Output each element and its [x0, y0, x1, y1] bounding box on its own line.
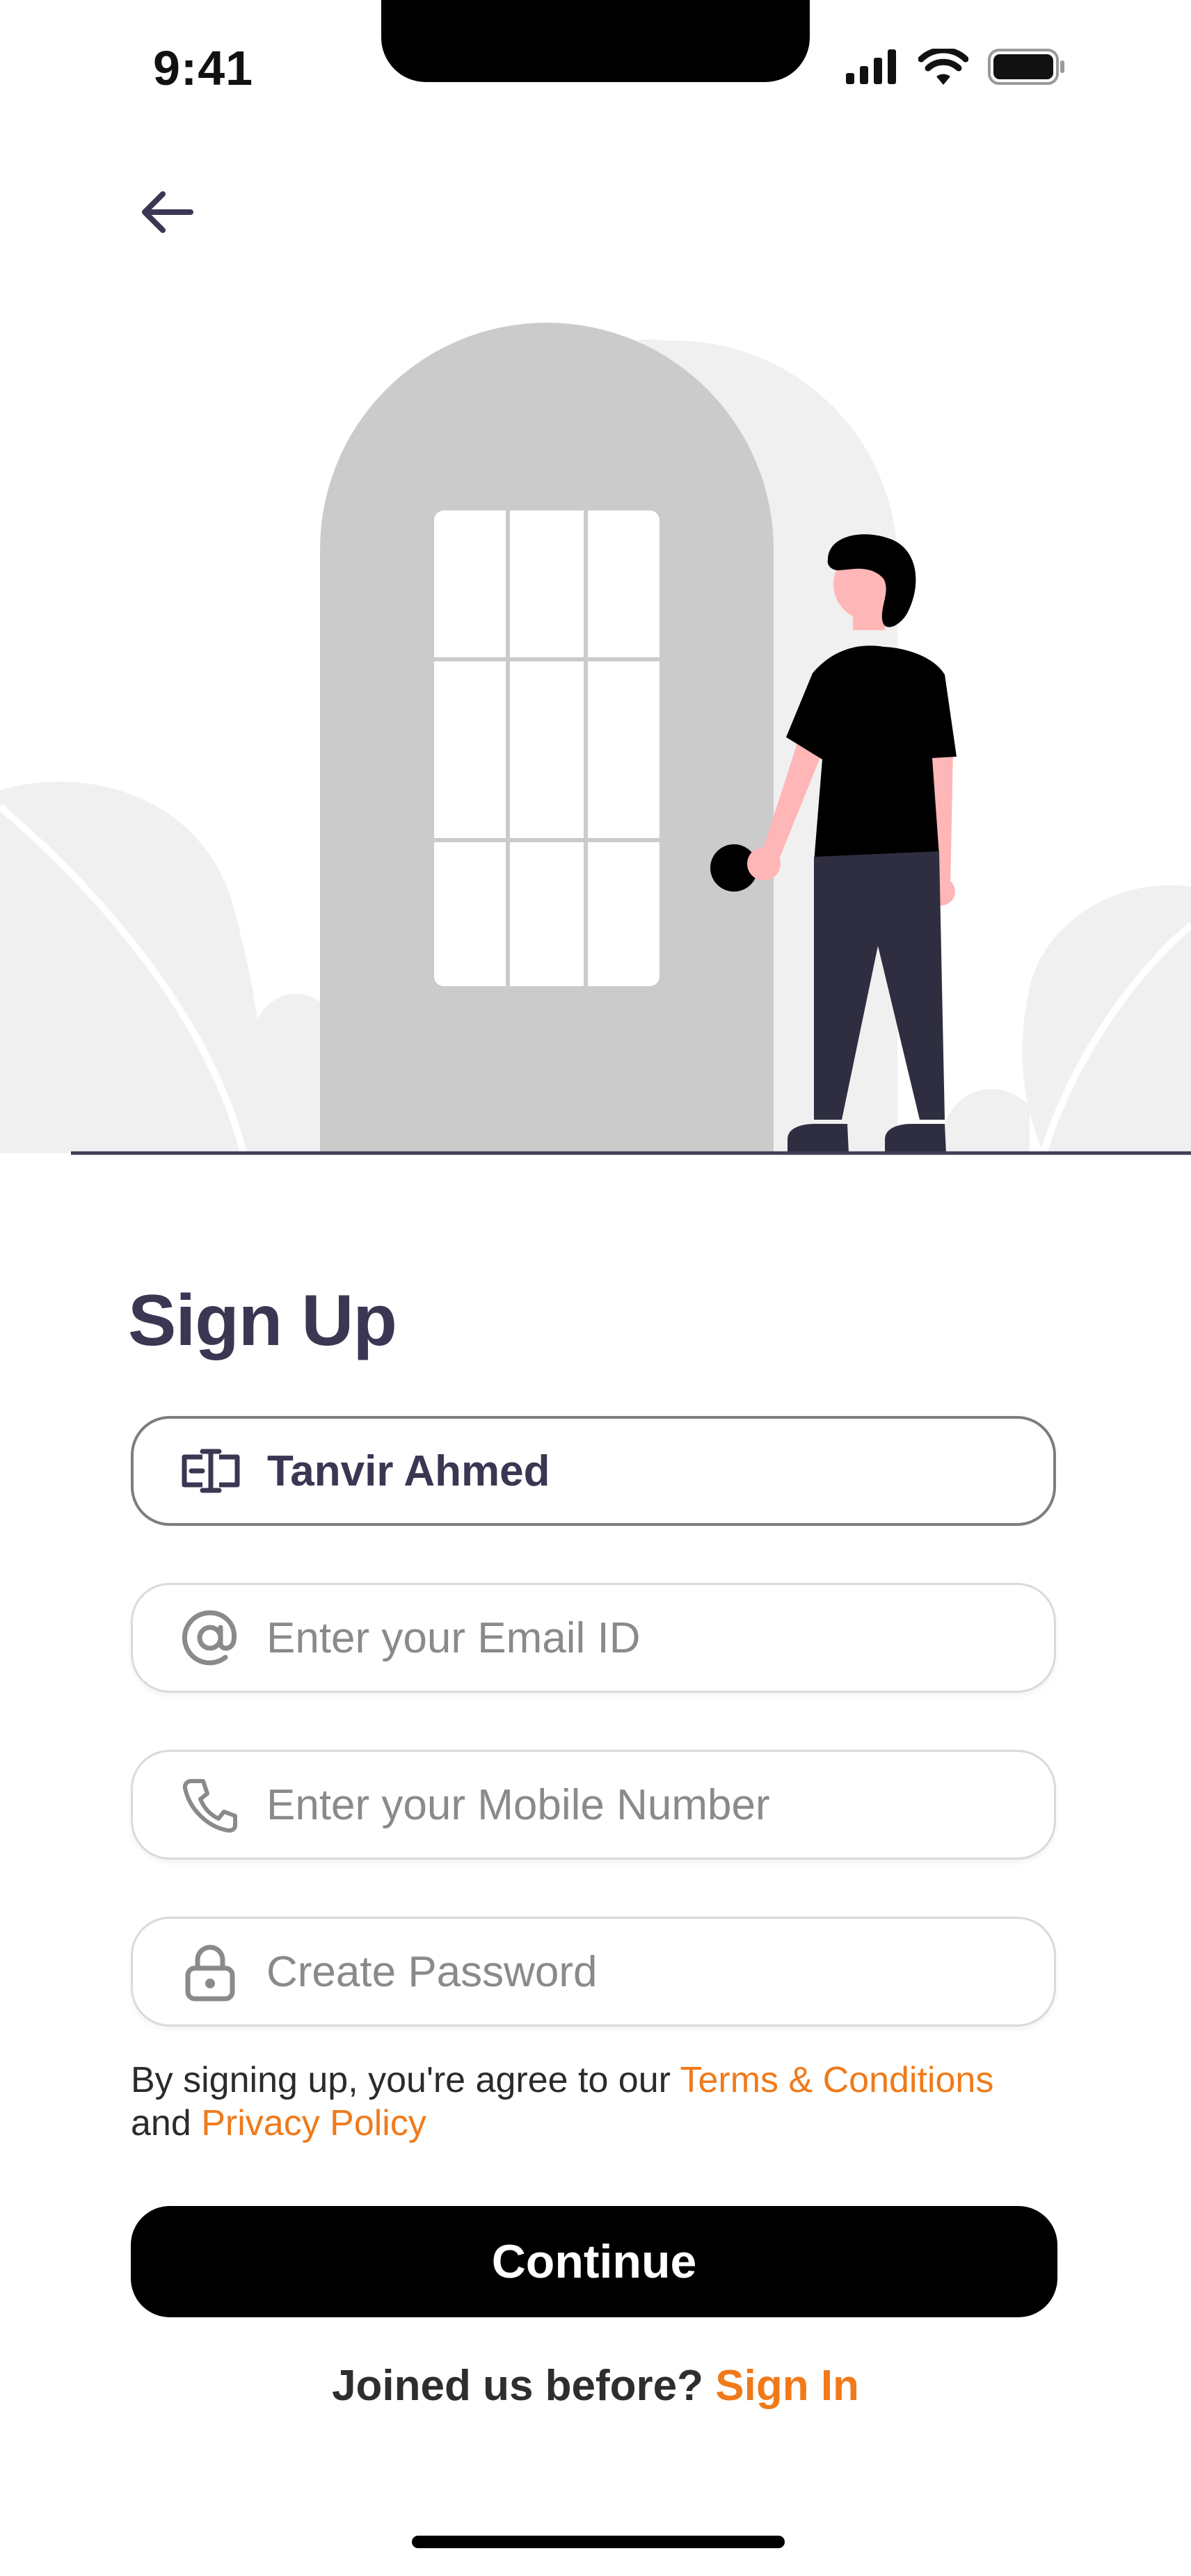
- battery-icon: [988, 49, 1064, 85]
- back-button[interactable]: [125, 174, 209, 250]
- status-icons: [846, 49, 1066, 85]
- cellular-signal-icon: [846, 49, 896, 84]
- terms-text: By signing up, you're agree to our Terms…: [131, 2059, 1077, 2145]
- signin-prompt-text: Joined us before?: [332, 2362, 716, 2410]
- at-sign-icon: [172, 1609, 248, 1667]
- privacy-link[interactable]: Privacy Policy: [201, 2103, 426, 2143]
- phone-icon: [172, 1777, 248, 1833]
- name-id-icon: [173, 1449, 249, 1493]
- name-input[interactable]: [267, 1446, 998, 1496]
- lock-icon: [172, 1942, 248, 2002]
- terms-link[interactable]: Terms & Conditions: [680, 2060, 993, 2100]
- signup-screen: 9:41 Sign Up Tanvir Ahmed Enter your Ema…: [0, 0, 1191, 2576]
- page-title: Sign Up: [128, 1280, 397, 1361]
- continue-button[interactable]: Continue: [131, 2206, 1057, 2317]
- email-input[interactable]: [266, 1613, 997, 1663]
- arrow-left-icon: [142, 191, 193, 233]
- status-bar: 9:41: [0, 0, 1191, 139]
- terms-middle: and: [131, 2103, 202, 2143]
- phone-field[interactable]: [131, 1750, 1056, 1860]
- email-field[interactable]: [131, 1583, 1056, 1693]
- name-field[interactable]: [131, 1416, 1056, 1526]
- wifi-icon: [918, 49, 968, 85]
- device-notch: [381, 0, 810, 82]
- home-indicator: [412, 2536, 785, 2548]
- phone-input[interactable]: [266, 1780, 997, 1830]
- terms-prefix: By signing up, you're agree to our: [131, 2060, 680, 2100]
- signin-prompt: Joined us before? Sign In: [0, 2361, 1191, 2410]
- password-input[interactable]: [266, 1947, 997, 1997]
- status-time: 9:41: [153, 41, 254, 95]
- signin-link[interactable]: Sign In: [715, 2362, 859, 2410]
- password-field[interactable]: [131, 1917, 1056, 2027]
- person-at-door-illustration: [0, 323, 1191, 1155]
